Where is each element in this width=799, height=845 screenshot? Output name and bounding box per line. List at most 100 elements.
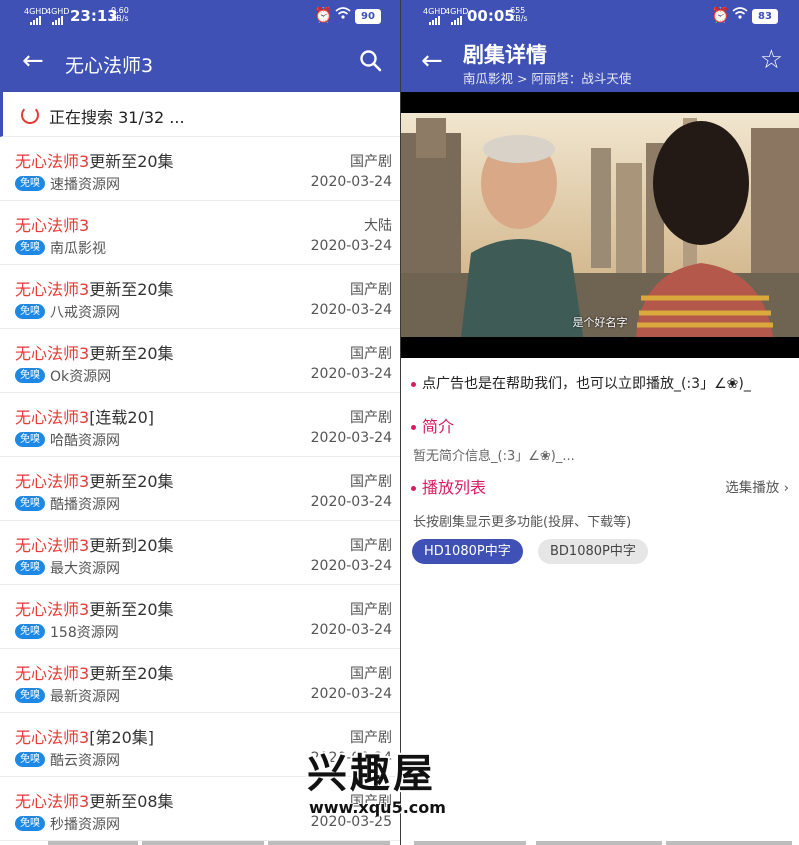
result-date: 2020-03-24 bbox=[310, 366, 392, 382]
result-category: 国产剧 bbox=[350, 346, 392, 362]
result-title-rest: 更新至20集 bbox=[89, 664, 174, 683]
sniff-free-badge: 免嗅 bbox=[15, 752, 45, 767]
result-title-match: 无心法师3 bbox=[15, 408, 90, 427]
result-source: 南瓜影视 bbox=[50, 241, 106, 257]
result-source: 八戒资源网 bbox=[50, 305, 120, 321]
result-date: 2020-03-24 bbox=[310, 622, 392, 638]
result-title-rest: 更新至08集 bbox=[89, 792, 174, 811]
result-date: 2020-03-24 bbox=[310, 238, 392, 254]
result-source: 最大资源网 bbox=[50, 561, 120, 577]
result-source: 哈酷资源网 bbox=[50, 433, 120, 449]
result-title-rest: 更新至20集 bbox=[89, 152, 174, 171]
result-source: 速播资源网 bbox=[50, 177, 120, 193]
breadcrumb: 南瓜影视 > 阿丽塔：战斗天使 bbox=[463, 71, 632, 86]
result-title: 无心法师3更新至20集 bbox=[15, 148, 174, 172]
episode-chip-hd1080p[interactable]: HD1080P中字 bbox=[412, 539, 523, 564]
wifi-icon bbox=[335, 6, 351, 24]
app-bar: ← 无心法师3 bbox=[0, 32, 400, 92]
result-title-match: 无心法师3 bbox=[15, 216, 90, 235]
detail-screen: 4GHD 4GHD 00:05 655 KB/s ⏰ 83 ← 剧集详情 南瓜影… bbox=[401, 0, 799, 845]
watermark-logo: 兴趣屋 bbox=[307, 751, 436, 797]
result-date: 2020-03-24 bbox=[310, 686, 392, 702]
search-progress-text: 正在搜索 31/32 ... bbox=[49, 108, 185, 127]
chevron-right-icon: › bbox=[783, 480, 789, 496]
result-title-match: 无心法师3 bbox=[15, 280, 90, 299]
episode-chip-bd1080p[interactable]: BD1080P中字 bbox=[538, 539, 648, 564]
result-title-match: 无心法师3 bbox=[15, 728, 90, 747]
playlist-hint: 长按剧集显示更多功能(投屏、下载等) bbox=[413, 515, 632, 530]
result-row[interactable]: 无心法师3更新至20集 国产剧 免嗅 酷播资源网 2020-03-24 bbox=[0, 457, 400, 521]
back-arrow-icon[interactable]: ← bbox=[22, 46, 44, 76]
result-row[interactable]: 无心法师3更新至20集 国产剧 免嗅 158资源网 2020-03-24 bbox=[0, 585, 400, 649]
result-title: 无心法师3更新至20集 bbox=[15, 276, 174, 300]
video-frame[interactable] bbox=[401, 113, 799, 337]
playlist-heading-text: 播放列表 bbox=[422, 478, 487, 497]
result-title-match: 无心法师3 bbox=[15, 792, 90, 811]
sniff-free-badge: 免嗅 bbox=[15, 368, 45, 383]
bullet-dot-icon bbox=[411, 486, 416, 491]
result-title: 无心法师3更新至20集 bbox=[15, 660, 174, 684]
sniff-free-badge: 免嗅 bbox=[15, 560, 45, 575]
back-arrow-icon[interactable]: ← bbox=[421, 46, 443, 76]
result-date: 2020-03-24 bbox=[310, 430, 392, 446]
nav-strip bbox=[268, 841, 390, 845]
episode-select-button[interactable]: 选集播放 › bbox=[725, 476, 789, 496]
result-title-match: 无心法师3 bbox=[15, 600, 90, 619]
result-title-rest: 更新到20集 bbox=[89, 536, 174, 555]
sniff-free-badge: 免嗅 bbox=[15, 240, 45, 255]
video-player[interactable]: 是个好名字 bbox=[401, 92, 799, 358]
sniff-free-badge: 免嗅 bbox=[15, 816, 45, 831]
result-category: 国产剧 bbox=[350, 154, 392, 170]
site-watermark: 兴趣屋 www.xqu5.com bbox=[307, 752, 457, 820]
signal-bars-icon-2 bbox=[52, 13, 63, 25]
loading-spinner-icon bbox=[21, 106, 39, 124]
result-title: 无心法师3更新至08集 bbox=[15, 788, 174, 812]
nav-strip bbox=[536, 841, 662, 845]
result-title: 无心法师3[第20集] bbox=[15, 724, 154, 748]
network-speed: 0.60 KB/s bbox=[111, 6, 129, 23]
result-row[interactable]: 无心法师3更新至20集 国产剧 免嗅 八戒资源网 2020-03-24 bbox=[0, 265, 400, 329]
result-title: 无心法师3更新至20集 bbox=[15, 596, 174, 620]
sniff-free-badge: 免嗅 bbox=[15, 176, 45, 191]
result-row[interactable]: 无心法师3更新至20集 国产剧免嗅 速播资源网 2020-03-24 bbox=[0, 137, 400, 201]
result-category: 大陆 bbox=[364, 218, 392, 234]
result-title-match: 无心法师3 bbox=[15, 664, 90, 683]
battery-indicator: 83 bbox=[752, 9, 778, 24]
signal-bars-icon-2 bbox=[451, 13, 462, 25]
battery-indicator: 90 bbox=[355, 9, 381, 24]
result-category: 国产剧 bbox=[350, 602, 392, 618]
result-source: 158资源网 bbox=[50, 625, 119, 641]
sniff-free-badge: 免嗅 bbox=[15, 496, 45, 511]
app-bar: ← 剧集详情 南瓜影视 > 阿丽塔：战斗天使 ☆ bbox=[401, 32, 799, 92]
result-title-match: 无心法师3 bbox=[15, 536, 90, 555]
result-source: 酷播资源网 bbox=[50, 497, 120, 513]
result-title-match: 无心法师3 bbox=[15, 472, 90, 491]
search-icon[interactable] bbox=[358, 48, 384, 74]
result-title: 无心法师3[连载20] bbox=[15, 404, 154, 428]
result-category: 国产剧 bbox=[350, 666, 392, 682]
ad-notice-text: 点广告也是在帮助我们，也可以立即播放_(:3」∠❀)_ bbox=[422, 376, 751, 392]
nav-strip bbox=[666, 841, 792, 845]
search-query-title: 无心法师3 bbox=[65, 55, 154, 77]
sniff-free-badge: 免嗅 bbox=[15, 432, 45, 447]
signal-bars-icon bbox=[429, 13, 440, 25]
sniff-free-badge: 免嗅 bbox=[15, 304, 45, 319]
result-row[interactable]: 无心法师3[连载20] 国产剧免嗅 哈酷资源网 2020-03-24 bbox=[0, 393, 400, 457]
alarm-icon: ⏰ bbox=[711, 6, 730, 24]
favorite-star-icon[interactable]: ☆ bbox=[760, 46, 783, 74]
result-row[interactable]: 无心法师3更新至20集 国产剧 免嗅 Ok资源网 2020-03-24 bbox=[0, 329, 400, 393]
result-title-rest: [连载20] bbox=[89, 408, 155, 427]
result-title: 无心法师3更新到20集 bbox=[15, 532, 174, 556]
result-date: 2020-03-24 bbox=[310, 174, 392, 190]
episode-select-label: 选集播放 bbox=[725, 480, 780, 496]
result-row[interactable]: 无心法师3 大陆免嗅 南瓜影视 2020-03-24 bbox=[0, 201, 400, 265]
result-date: 2020-03-24 bbox=[310, 558, 392, 574]
ad-notice[interactable]: 点广告也是在帮助我们，也可以立即播放_(:3」∠❀)_ bbox=[411, 373, 751, 393]
status-bar: 4GHD 4GHD 23:13 0.60 KB/s ⏰ 90 bbox=[0, 0, 400, 32]
result-title: 无心法师3 bbox=[15, 212, 89, 236]
result-row[interactable]: 无心法师3更新到20集 国产剧 免嗅 最大资源网 2020-03-24 bbox=[0, 521, 400, 585]
result-category: 国产剧 bbox=[350, 410, 392, 426]
result-row[interactable]: 无心法师3更新至20集 国产剧 免嗅 最新资源网 2020-03-24 bbox=[0, 649, 400, 713]
search-progress: 正在搜索 31/32 ... bbox=[0, 92, 400, 137]
wifi-icon bbox=[732, 6, 748, 24]
